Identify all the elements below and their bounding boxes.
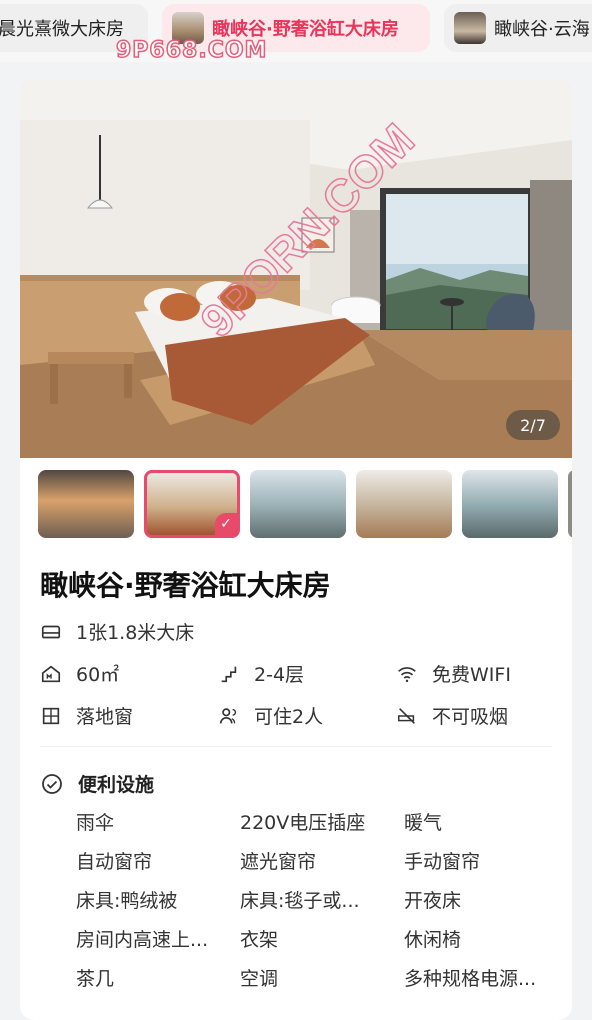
- gallery-thumbnail[interactable]: [568, 470, 572, 538]
- divider: [40, 746, 552, 747]
- area-text: 60㎡: [76, 664, 120, 686]
- house-area-icon: [41, 665, 61, 682]
- facility-item: 自动窗帘: [76, 851, 153, 873]
- facility-item: 茶几: [76, 968, 115, 990]
- occupancy-info: 可住2人: [218, 702, 323, 729]
- gallery-thumbnail-selected[interactable]: ✓: [144, 470, 240, 538]
- facility-item: 空调: [240, 968, 279, 990]
- check-icon: ✓: [215, 513, 237, 535]
- wifi-info: 免费WIFI: [396, 660, 511, 687]
- area-info: 60㎡: [40, 660, 119, 687]
- tab-label: 晨光熹微大床房: [0, 19, 124, 40]
- room-hero-image[interactable]: 9PORN.COM 2/7: [20, 80, 572, 458]
- floor-text: 2-4层: [254, 664, 305, 686]
- window-icon: [42, 707, 60, 724]
- floor-info: 2-4层: [218, 660, 304, 687]
- room-title: 瞰峡谷·野奢浴缸大床房: [40, 569, 331, 602]
- facilities-header: 便利设施: [40, 770, 154, 797]
- gallery-thumbnail[interactable]: [250, 470, 346, 538]
- room-type-tabs: 晨光熹微大床房 瞰峡谷·野奢浴缸大床房 瞰峡谷·云海 9P668.COM: [0, 0, 592, 64]
- wifi-text: 免费WIFI: [432, 664, 511, 686]
- gallery-counter: 2/7: [506, 410, 560, 440]
- people-icon: [219, 707, 237, 723]
- smoking-info: 不可吸烟: [396, 702, 508, 729]
- room-photo: 9PORN.COM: [20, 80, 572, 458]
- facility-item: 暖气: [404, 812, 443, 834]
- facility-item: 衣架: [240, 929, 279, 951]
- no-smoking-icon: [398, 707, 415, 724]
- occupancy-text: 可住2人: [254, 706, 324, 728]
- bed-icon: [41, 625, 61, 638]
- room-detail-card: 9PORN.COM 2/7 ✓ 瞰峡谷·野奢浴缸大床房 1张1.8米大床 60㎡…: [20, 80, 572, 1020]
- window-info: 落地窗: [40, 702, 133, 729]
- tab-room-3[interactable]: 瞰峡谷·云海: [444, 4, 592, 52]
- gallery-thumbnail[interactable]: [462, 470, 558, 538]
- facility-item: 床具:鸭绒被: [76, 890, 178, 912]
- facility-item: 房间内高速上...: [76, 929, 209, 951]
- gallery-thumbnail[interactable]: [38, 470, 134, 538]
- facility-item: 手动窗帘: [404, 851, 481, 873]
- facility-item: 开夜床: [404, 890, 462, 912]
- stairs-icon: [221, 666, 237, 682]
- wifi-icon: [398, 666, 416, 682]
- facility-item: 多种规格电源...: [404, 968, 537, 990]
- facilities-title: 便利设施: [78, 774, 155, 796]
- bed-text: 1张1.8米大床: [76, 622, 195, 644]
- gallery-thumbnail-strip: ✓: [20, 470, 572, 538]
- facility-item: 雨伞: [76, 812, 115, 834]
- facility-item: 休闲椅: [404, 929, 462, 951]
- facility-item: 220V电压插座: [240, 812, 366, 834]
- tab-label: 瞰峡谷·云海: [494, 19, 590, 40]
- facility-item: 床具:毯子或...: [240, 890, 360, 912]
- window-text: 落地窗: [76, 706, 134, 728]
- bed-info: 1张1.8米大床: [40, 618, 194, 645]
- smoking-text: 不可吸烟: [432, 706, 509, 728]
- gallery-thumbnail[interactable]: [356, 470, 452, 538]
- tab-thumbnail: [454, 12, 486, 44]
- facility-item: 遮光窗帘: [240, 851, 317, 873]
- check-circle-icon: [42, 773, 62, 794]
- watermark-text: 9P668.COM: [115, 37, 268, 64]
